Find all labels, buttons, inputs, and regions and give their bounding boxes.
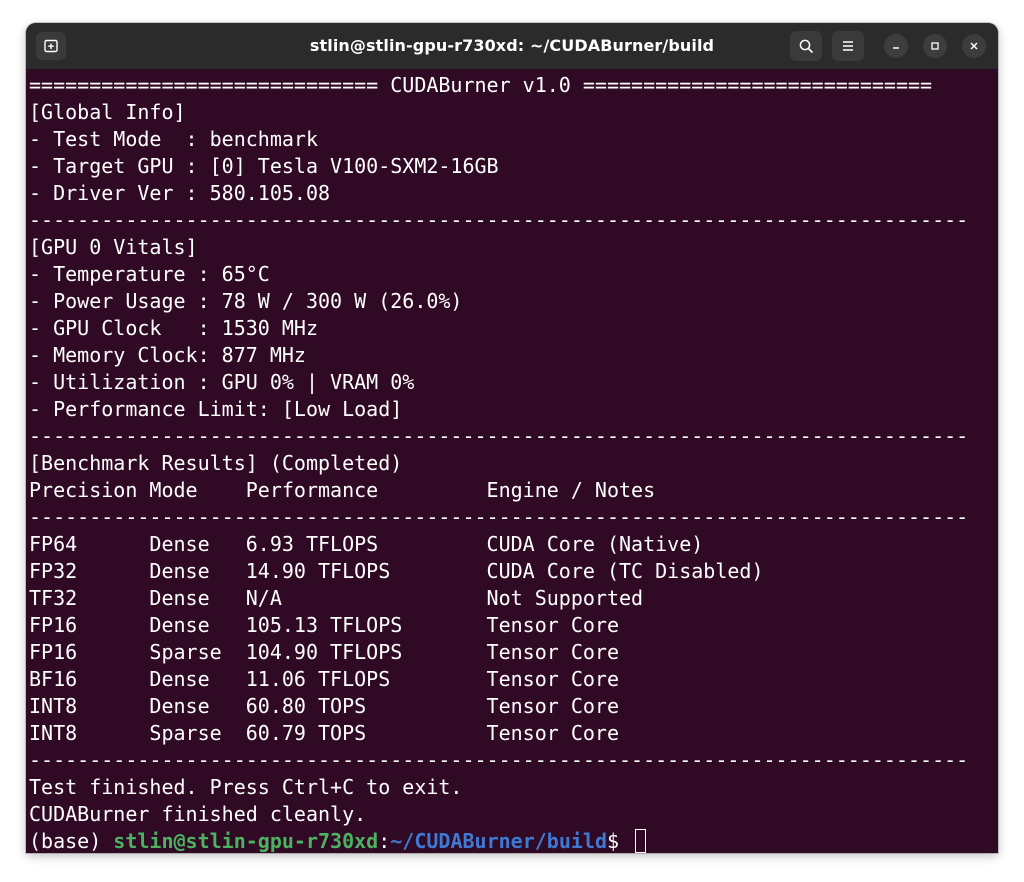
terminal-line: ----------------------------------------… xyxy=(29,748,969,772)
terminal-line: - Driver Ver : 580.105.08 xyxy=(29,181,331,205)
hamburger-menu-icon xyxy=(843,41,853,51)
terminal-line: [Benchmark Results] (Completed) xyxy=(29,451,403,475)
terminal-line: ----------------------------------------… xyxy=(29,208,969,232)
terminal-line: FP32 Dense 14.90 TFLOPS CUDA Core (TC Di… xyxy=(29,559,764,583)
terminal-line: FP16 Dense 105.13 TFLOPS Tensor Core xyxy=(29,613,620,637)
terminal-line: INT8 Dense 60.80 TOPS Tensor Core xyxy=(29,694,620,718)
menu-button[interactable] xyxy=(832,31,864,61)
new-tab-icon xyxy=(44,39,58,53)
terminal-text: ============================= CUDABurner… xyxy=(29,72,968,853)
search-icon xyxy=(799,39,813,53)
terminal-window: stlin@stlin-gpu-r730xd: ~/CUDABurner/bui… xyxy=(26,23,998,853)
terminal-line: CUDABurner finished cleanly. xyxy=(29,802,367,826)
new-tab-button[interactable] xyxy=(36,32,66,60)
terminal-line: INT8 Sparse 60.79 TOPS Tensor Core xyxy=(29,721,620,745)
terminal-line: ----------------------------------------… xyxy=(29,505,969,529)
shell-prompt[interactable]: (base) stlin@stlin-gpu-r730xd:~/CUDABurn… xyxy=(29,828,968,853)
terminal-line: [Global Info] xyxy=(29,100,186,124)
terminal-line: - Utilization : GPU 0% | VRAM 0% xyxy=(29,370,415,394)
terminal-line: - Power Usage : 78 W / 300 W (26.0%) xyxy=(29,289,463,313)
terminal-line: FP64 Dense 6.93 TFLOPS CUDA Core (Native… xyxy=(29,532,704,556)
prompt-symbol: $ xyxy=(607,829,632,853)
terminal-line: [GPU 0 Vitals] xyxy=(29,235,198,259)
terminal-line: BF16 Dense 11.06 TFLOPS Tensor Core xyxy=(29,667,620,691)
terminal-line: - Target GPU : [0] Tesla V100-SXM2-16GB xyxy=(29,154,499,178)
terminal-line: - Test Mode : benchmark xyxy=(29,127,318,151)
title-bar[interactable]: stlin@stlin-gpu-r730xd: ~/CUDABurner/bui… xyxy=(26,23,998,69)
terminal-line: Test finished. Press Ctrl+C to exit. xyxy=(29,775,463,799)
prompt-user-host: stlin@stlin-gpu-r730xd xyxy=(113,829,379,853)
terminal-line: FP16 Sparse 104.90 TFLOPS Tensor Core xyxy=(29,640,620,664)
maximize-button[interactable] xyxy=(923,34,947,58)
minimize-button[interactable] xyxy=(884,34,908,58)
terminal-line: ============================= CUDABurner… xyxy=(29,73,933,97)
terminal-line: TF32 Dense N/A Not Supported xyxy=(29,586,644,610)
terminal-line: - GPU Clock : 1530 MHz xyxy=(29,316,318,340)
terminal-line: Precision Mode Performance Engine / Note… xyxy=(29,478,656,502)
maximize-icon xyxy=(931,42,939,50)
text-cursor xyxy=(635,828,647,853)
prompt-path: ~/CUDABurner/build xyxy=(390,829,607,853)
close-icon xyxy=(970,42,978,50)
terminal-line: - Memory Clock: 877 MHz xyxy=(29,343,306,367)
prompt-env: (base) xyxy=(29,829,114,853)
close-button[interactable] xyxy=(962,34,986,58)
minimize-icon xyxy=(893,47,899,49)
terminal-line: - Performance Limit: [Low Load] xyxy=(29,397,403,421)
terminal-line: - Temperature : 65°C xyxy=(29,262,270,286)
terminal-line: ----------------------------------------… xyxy=(29,424,969,448)
prompt-separator: : xyxy=(378,829,391,853)
search-button[interactable] xyxy=(790,31,822,61)
terminal-output-area[interactable]: ============================= CUDABurner… xyxy=(26,69,998,853)
